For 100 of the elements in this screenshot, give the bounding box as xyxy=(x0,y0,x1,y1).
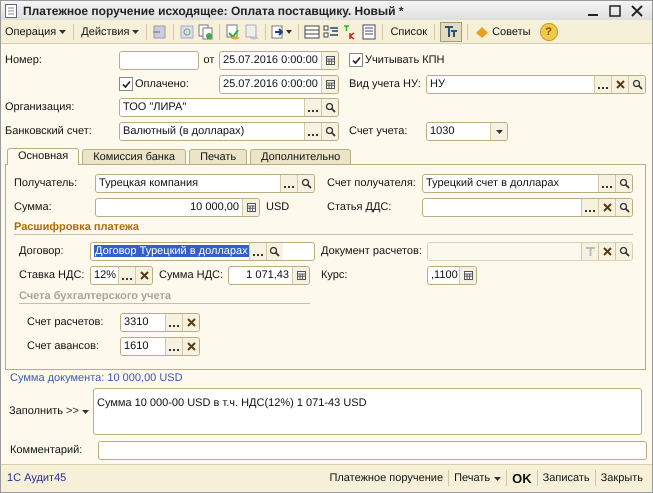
dots-icon xyxy=(308,134,318,136)
document-total: Сумма документа: 10 000,00 USD xyxy=(10,372,184,386)
caret-icon xyxy=(494,477,502,482)
search-icon xyxy=(324,102,336,113)
checkbox[interactable] xyxy=(119,77,133,92)
search-button[interactable] xyxy=(297,174,314,192)
field-label: Вид учета НУ: xyxy=(349,78,422,90)
clear-button[interactable] xyxy=(598,198,615,216)
choose-button[interactable] xyxy=(248,242,266,260)
contract-field[interactable]: Договор Турецкий в долларах xyxy=(90,242,315,261)
date-field[interactable]: 25.07.2016 0:00:00 xyxy=(219,74,339,94)
advance-account-field[interactable]: 1610 xyxy=(120,336,200,356)
clear-icon xyxy=(602,246,612,257)
recipient-account-field[interactable]: Турецкий счет в долларах xyxy=(422,174,633,193)
search-button[interactable] xyxy=(266,242,283,260)
tab[interactable]: Основная xyxy=(7,148,80,165)
account-select[interactable]: 1030 xyxy=(426,122,508,141)
choose-button[interactable] xyxy=(598,174,615,192)
organization-field[interactable]: ТОО "ЛИРА" xyxy=(119,98,339,117)
search-button[interactable] xyxy=(615,174,632,192)
comment-field[interactable] xyxy=(98,440,647,460)
maximize-icon xyxy=(609,4,621,17)
choose-button[interactable] xyxy=(118,266,135,284)
help-button[interactable]: ? xyxy=(540,22,558,41)
dropdown-button[interactable] xyxy=(490,122,507,140)
calculator-button[interactable] xyxy=(292,266,309,284)
user-name: 1С Аудит45 xyxy=(7,472,66,484)
field-label: Банковский счет: xyxy=(5,125,93,138)
tab[interactable]: Печать xyxy=(189,148,248,164)
clear-button[interactable] xyxy=(182,314,199,331)
exchange-rate-field[interactable]: ,1100 xyxy=(427,266,477,285)
cash-flow-item-field[interactable] xyxy=(422,198,633,217)
search-icon xyxy=(632,78,642,90)
field-label: от xyxy=(202,54,216,66)
footer-button[interactable]: Платежное поручение xyxy=(326,472,446,484)
settlement-account-field[interactable]: 3310 xyxy=(120,312,200,332)
calendar-icon xyxy=(324,78,336,90)
checkbox[interactable] xyxy=(349,53,363,68)
clear-button[interactable] xyxy=(182,338,199,355)
copy-icon[interactable] xyxy=(198,24,214,40)
bank-account-field[interactable]: Валютный (в долларах) xyxy=(119,122,339,141)
amount-field[interactable]: 10 000,00 xyxy=(95,198,260,217)
dots-icon xyxy=(602,186,612,188)
field-label: Организация: xyxy=(5,101,76,114)
field-label: Документ расчетов: xyxy=(321,245,423,258)
field-label: Счет учета: xyxy=(349,125,408,138)
vat-amount-field[interactable]: 1 071,43 xyxy=(228,266,310,285)
tax-accounting-field[interactable]: НУ xyxy=(426,74,646,94)
checkmark-icon xyxy=(350,54,362,66)
number-field[interactable] xyxy=(119,50,199,70)
calculator-icon xyxy=(296,270,306,281)
search-button[interactable] xyxy=(628,76,645,93)
recipient-field[interactable]: Турецкая компания xyxy=(95,174,315,193)
search-icon xyxy=(618,202,630,213)
choose-button[interactable] xyxy=(594,76,611,93)
dots-icon xyxy=(284,186,294,188)
clear-button[interactable] xyxy=(611,76,628,93)
tab[interactable]: Дополнительно xyxy=(250,148,352,164)
calculator-button[interactable] xyxy=(242,198,259,216)
window-title: Платежное поручение исходящее: Оплата поставщику. Новый * xyxy=(23,4,405,18)
fill-button[interactable]: Заполнить >> xyxy=(5,405,93,418)
footer-button[interactable]: OK xyxy=(509,470,535,486)
footer-button[interactable]: Записать xyxy=(540,472,593,484)
filter-button[interactable] xyxy=(440,22,462,42)
tab[interactable]: Комиссия банка xyxy=(82,148,186,164)
list-icon[interactable] xyxy=(304,24,320,40)
list-button[interactable]: Список xyxy=(388,26,430,38)
actions-menu[interactable]: Действия xyxy=(79,26,142,38)
calendar-button[interactable] xyxy=(321,52,338,69)
choose-button[interactable] xyxy=(581,198,598,216)
field-label: Номер: xyxy=(5,54,43,66)
tips-button[interactable]: Советы xyxy=(473,24,533,39)
print-menu[interactable]: Печать xyxy=(451,472,504,484)
choose-button[interactable] xyxy=(165,338,182,355)
search-button[interactable] xyxy=(321,122,338,140)
calculator-button[interactable] xyxy=(459,266,476,284)
choose-button[interactable] xyxy=(280,174,297,192)
dots-icon xyxy=(169,324,179,327)
clear-button[interactable] xyxy=(135,266,152,284)
field-label: Счет получателя: xyxy=(327,177,417,190)
choose-button[interactable] xyxy=(165,314,182,331)
caret-icon xyxy=(59,30,66,34)
field-label: Договор: xyxy=(19,245,65,258)
search-button[interactable] xyxy=(615,198,632,216)
search-button[interactable] xyxy=(321,98,338,116)
date-field[interactable]: 25.07.2016 0:00:00 xyxy=(219,50,339,70)
vat-rate-field[interactable]: 12% xyxy=(90,266,153,285)
clear-icon xyxy=(186,340,196,352)
close-icon xyxy=(631,4,643,17)
choose-button[interactable] xyxy=(304,122,321,140)
dots-icon xyxy=(252,254,263,256)
field-label: Сумма НДС: xyxy=(159,269,224,282)
checklist-icon[interactable] xyxy=(323,24,340,40)
calendar-button[interactable] xyxy=(321,76,338,93)
search-icon xyxy=(618,178,630,189)
report-icon[interactable] xyxy=(361,24,378,40)
choose-button[interactable] xyxy=(304,98,321,116)
purpose-textarea[interactable]: Сумма 10 000-00 USD в т.ч. НДС(12%) 1 071-43 USD xyxy=(93,388,642,435)
operation-menu[interactable]: Операция xyxy=(3,26,68,38)
footer-button[interactable]: Закрыть xyxy=(598,472,646,484)
